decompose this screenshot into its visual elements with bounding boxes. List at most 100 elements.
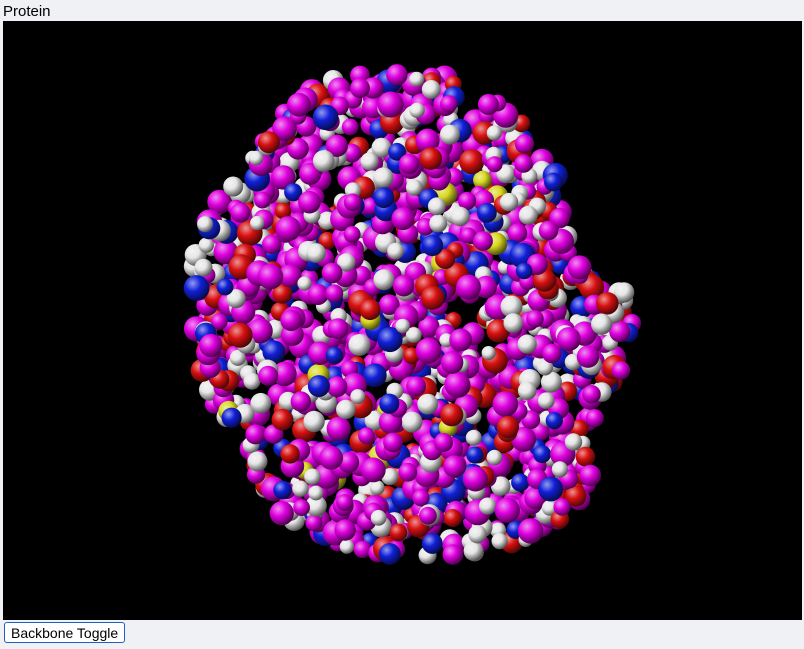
carbon-atom [307,284,329,305]
carbon-atom [406,376,427,397]
hydrogen-atom [197,216,214,233]
hydrogen-atom [198,237,214,253]
nitrogen-atom [273,480,292,500]
carbon-atom [611,361,631,380]
carbon-atom [582,385,601,404]
oxygen-atom [257,131,280,154]
backbone-toggle-button[interactable]: Backbone Toggle [4,622,126,643]
hydrogen-atom [517,334,537,354]
hydrogen-atom [297,276,312,291]
protein-model[interactable] [3,21,802,620]
hydrogen-atom [491,533,508,550]
hydrogen-atom [450,206,470,227]
carbon-atom [434,433,453,452]
nitrogen-atom [378,543,401,565]
nitrogen-atom [421,533,443,554]
carbon-atom [326,416,351,441]
hydrogen-atom [223,176,244,197]
carbon-atom [556,327,581,352]
carbon-atom [305,514,323,532]
oxygen-atom [596,292,619,315]
carbon-atom [415,337,442,364]
carbon-atom [440,351,464,374]
oxygen-atom [575,446,596,467]
carbon-atom [386,64,408,86]
hydrogen-atom [350,389,366,405]
carbon-atom [576,345,600,368]
carbon-atom [492,391,519,417]
carbon-atom [609,321,631,343]
carbon-atom [230,202,251,223]
carbon-atom [494,497,520,523]
hydrogen-atom [479,497,497,515]
carbon-atom [542,343,562,364]
carbon-atom [343,193,362,212]
hydrogen-atom [292,480,309,497]
oxygen-atom [419,147,443,170]
carbon-atom [350,78,370,98]
carbon-atom [477,94,499,115]
hydrogen-atom [486,125,502,141]
oxygen-atom [496,415,520,439]
nitrogen-atom [216,278,234,296]
oxygen-atom [443,509,462,528]
hydrogen-atom [463,541,484,561]
carbon-atom [449,328,473,352]
hydrogen-atom [421,80,441,99]
carbon-atom [526,310,544,328]
hydrogen-atom [503,313,524,333]
carbon-atom [517,518,544,544]
nitrogen-atom [533,445,552,464]
nitrogen-atom [325,346,343,364]
oxygen-atom [459,149,485,175]
carbon-atom [343,226,361,243]
hydrogen-atom [468,525,487,544]
nitrogen-atom [545,412,563,430]
nitrogen-atom [183,275,210,301]
carbon-atom [319,445,343,470]
carbon-atom [377,91,404,118]
hydrogen-atom [308,485,324,501]
carbon-atom [514,134,534,154]
carbon-atom [398,462,418,482]
hydrogen-atom [537,392,555,410]
carbon-atom [553,498,571,516]
carbon-atom [254,191,271,209]
nitrogen-atom [477,202,497,223]
hydrogen-atom [369,480,385,495]
carbon-atom [245,424,266,445]
carbon-atom [327,318,349,339]
carbon-atom [585,409,604,428]
hydrogen-atom [417,393,439,415]
page-title: Protein [3,3,51,20]
carbon-atom [275,216,301,242]
molecule-viewer[interactable] [3,21,802,620]
oxygen-atom [271,408,294,431]
carbon-atom [280,309,302,332]
hydrogen-atom [247,451,268,472]
carbon-atom [444,371,470,398]
carbon-atom [258,365,279,386]
carbon-atom [514,154,533,173]
nitrogen-atom [511,473,530,492]
hydrogen-atom [250,392,272,414]
carbon-atom [269,501,294,526]
hydrogen-atom [551,461,569,478]
hydrogen-atom [387,242,404,260]
oxygen-atom [420,285,445,310]
oxygen-atom [227,322,253,348]
carbon-atom [392,274,415,297]
oxygen-atom [440,403,464,427]
nitrogen-atom [538,476,564,502]
hydrogen-atom [439,124,460,145]
hydrogen-atom [348,334,371,356]
nitrogen-atom [379,393,400,414]
hydrogen-atom [395,318,410,334]
carbon-atom [440,95,458,113]
carbon-atom [257,263,284,290]
carbon-atom [298,190,321,214]
carbon-atom [383,432,403,453]
carbon-atom [538,220,559,241]
carbon-atom [442,544,464,565]
hydrogen-atom [250,215,265,231]
